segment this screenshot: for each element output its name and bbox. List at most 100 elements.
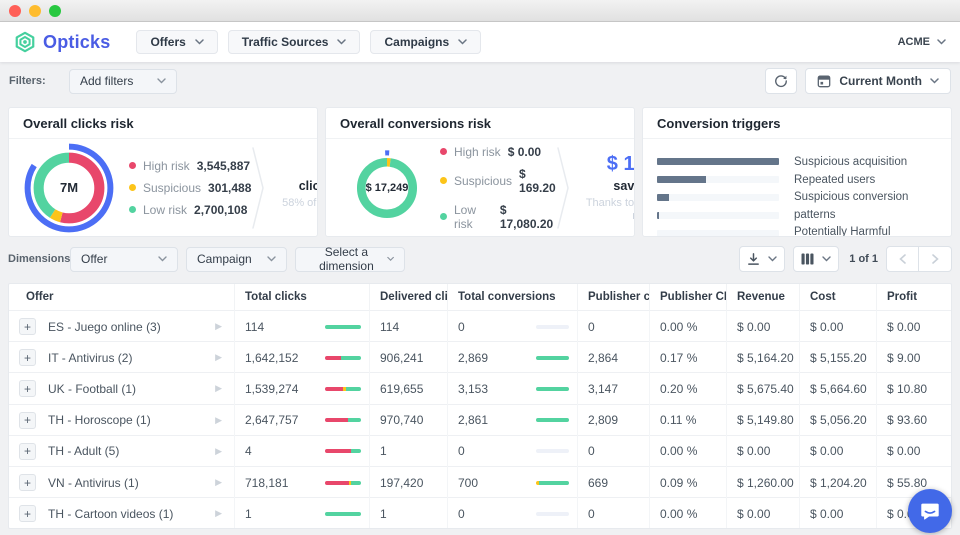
expand-row-button[interactable]: + xyxy=(19,443,36,460)
highlight-value: 4M xyxy=(271,153,318,176)
expand-row-button[interactable]: + xyxy=(19,474,36,491)
refresh-button[interactable] xyxy=(765,68,797,94)
column-header: Total conversions xyxy=(447,284,577,311)
legend-label: Low risk xyxy=(143,203,187,217)
columns-button[interactable] xyxy=(793,246,839,272)
total-conversions-value: 0 xyxy=(458,507,465,521)
conv-risk-bar xyxy=(536,512,569,516)
delivered-clicks-value: 197,420 xyxy=(380,476,423,490)
row-drilldown-icon[interactable]: ▶ xyxy=(215,477,222,488)
window-minimize-button[interactable] xyxy=(29,5,41,17)
publisher-cr-value: 0.11 % xyxy=(660,413,696,427)
pagination-controls xyxy=(886,246,952,272)
highlight-subtext: Thanks to your postback rules! xyxy=(576,197,635,223)
offers-table: OfferTotal clicksDelivered clic...Total … xyxy=(8,283,952,529)
profit-value: $ 0.00 xyxy=(887,320,920,334)
table-row: +VN - Antivirus (1)▶718,181197,420700669… xyxy=(9,467,951,498)
cost-value: $ 5,155.20 xyxy=(810,351,867,365)
table-row: +UK - Football (1)▶1,539,274619,6553,153… xyxy=(9,373,951,404)
dimension-select-2[interactable]: Campaign xyxy=(186,247,287,272)
nav-offers-label: Offers xyxy=(150,35,185,49)
dimension-select-3[interactable]: Select a dimension xyxy=(295,247,405,272)
account-menu[interactable]: ACME xyxy=(898,36,946,48)
add-filters-value: Add filters xyxy=(80,74,133,88)
conversions-risk-legend: High risk $ 0.00 Suspicious $ 169.20 Low… xyxy=(440,145,556,231)
download-button[interactable] xyxy=(739,246,785,272)
intercom-chat-button[interactable] xyxy=(908,489,952,533)
conversion-triggers-card: Conversion triggers Suspicious acquisiti… xyxy=(642,107,952,237)
publisher-cr-value: 0.20 % xyxy=(660,382,697,396)
legend-value: 301,488 xyxy=(208,181,251,195)
trigger-bar xyxy=(657,158,779,165)
saved-cost-highlight: $ 169.20 saved cost Thanks to your postb… xyxy=(570,153,635,223)
nav-menus: Offers Traffic Sources Campaigns xyxy=(136,30,481,54)
window-close-button[interactable] xyxy=(9,5,21,17)
add-filters-select[interactable]: Add filters xyxy=(69,69,177,94)
offer-name: VN - Antivirus (1) xyxy=(48,476,139,490)
clicks-risk-bar xyxy=(325,481,361,485)
cost-value: $ 0.00 xyxy=(810,507,843,521)
delivered-clicks-value: 619,655 xyxy=(380,382,423,396)
delivered-clicks-value: 1 xyxy=(380,507,387,521)
row-drilldown-icon[interactable]: ▶ xyxy=(215,508,222,519)
table-body: +ES - Juego online (3)▶114114000.00 %$ 0… xyxy=(9,311,951,529)
chevron-down-icon xyxy=(937,39,946,45)
divider-chevron xyxy=(251,144,265,232)
dimension-select-1[interactable]: Offer xyxy=(70,247,178,272)
total-clicks-value: 1,642,152 xyxy=(245,351,298,365)
table-header: OfferTotal clicksDelivered clic...Total … xyxy=(9,284,951,311)
legend-item-suspicious: Suspicious $ 169.20 xyxy=(440,167,556,195)
low-risk-dot-icon xyxy=(440,213,447,220)
row-drilldown-icon[interactable]: ▶ xyxy=(215,352,222,363)
table-row: +ES - Juego online (3)▶114114000.00 %$ 0… xyxy=(9,311,951,342)
nav-campaigns-button[interactable]: Campaigns xyxy=(370,30,481,54)
row-drilldown-icon[interactable]: ▶ xyxy=(215,415,222,426)
nav-offers-button[interactable]: Offers xyxy=(136,30,217,54)
expand-row-button[interactable]: + xyxy=(19,349,36,366)
publisher-conversions-value: 0 xyxy=(588,320,595,334)
clicks-risk-bar xyxy=(325,325,361,329)
total-conversions-value: 3,153 xyxy=(458,382,488,396)
filters-label: Filters: xyxy=(9,75,69,87)
expand-row-button[interactable]: + xyxy=(19,318,36,335)
total-clicks-value: 1 xyxy=(245,507,252,521)
conv-risk-bar xyxy=(536,356,569,360)
trigger-label: Repeated users xyxy=(794,172,939,190)
suspicious-dot-icon xyxy=(129,184,136,191)
next-page-button[interactable] xyxy=(919,246,952,272)
nav-traffic-sources-button[interactable]: Traffic Sources xyxy=(228,30,361,54)
legend-value: 2,700,108 xyxy=(194,203,247,217)
expand-row-button[interactable]: + xyxy=(19,412,36,429)
column-header: Profit xyxy=(876,284,951,311)
column-header: Total clicks xyxy=(234,284,369,311)
expand-row-button[interactable]: + xyxy=(19,380,36,397)
row-drilldown-icon[interactable]: ▶ xyxy=(215,446,222,457)
legend-label: High risk xyxy=(454,145,501,159)
legend-label: Suspicious xyxy=(143,181,201,195)
clicks-risk-bar xyxy=(325,449,361,453)
previous-page-button[interactable] xyxy=(886,246,919,272)
total-conversions-value: 2,861 xyxy=(458,413,488,427)
dimension-select-2-value: Campaign xyxy=(197,252,252,266)
revenue-value: $ 1,260.00 xyxy=(737,476,794,490)
window-zoom-button[interactable] xyxy=(49,5,61,17)
row-drilldown-icon[interactable]: ▶ xyxy=(215,383,222,394)
trigger-label: Potentially Harmful Applications xyxy=(794,224,939,237)
chevron-down-icon xyxy=(822,256,831,262)
total-clicks-value: 114 xyxy=(245,320,264,334)
clicks-risk-card: Overall clicks risk 7M High risk 3,545,8… xyxy=(8,107,318,237)
refresh-icon xyxy=(774,74,788,88)
date-range-select[interactable]: Current Month xyxy=(805,68,951,94)
low-risk-dot-icon xyxy=(129,206,136,213)
chevron-down-icon xyxy=(337,39,346,45)
profit-value: $ 55.80 xyxy=(887,476,927,490)
publisher-cr-value: 0.00 % xyxy=(660,507,697,521)
opticks-logo[interactable]: Opticks xyxy=(14,31,110,53)
total-clicks-value: 4 xyxy=(245,444,252,458)
trigger-bar xyxy=(657,230,779,237)
trigger-label: Suspicious conversion patterns xyxy=(794,189,939,224)
row-drilldown-icon[interactable]: ▶ xyxy=(215,321,222,332)
revenue-value: $ 0.00 xyxy=(737,507,770,521)
expand-row-button[interactable]: + xyxy=(19,505,36,522)
conv-risk-bar xyxy=(536,481,569,485)
